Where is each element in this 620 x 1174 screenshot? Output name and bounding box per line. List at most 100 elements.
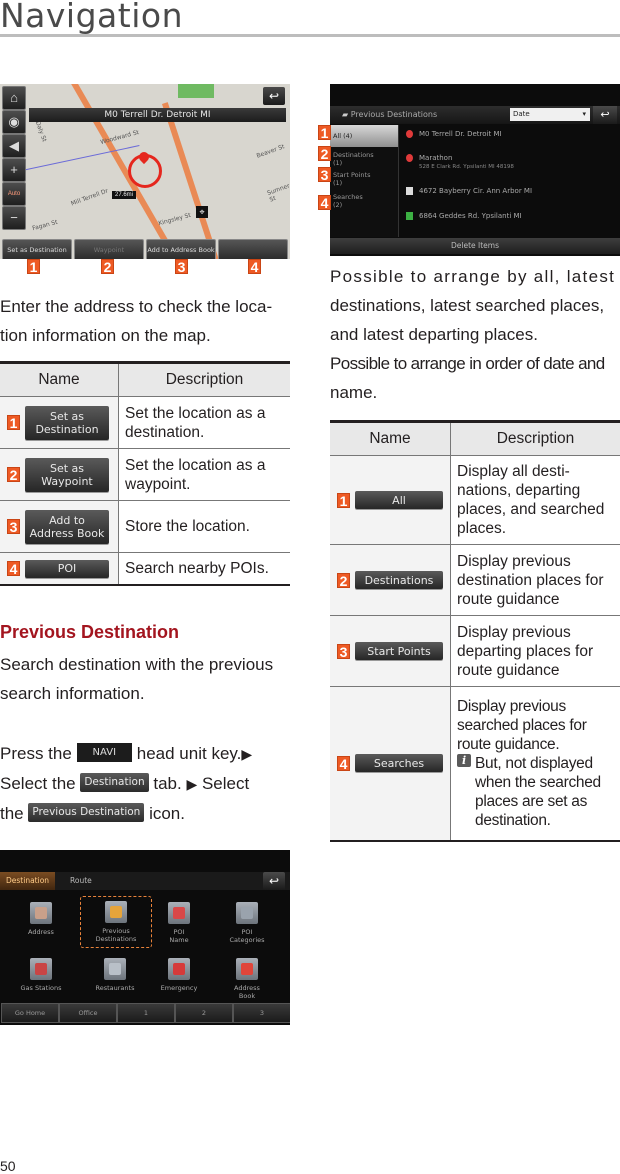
destination-entry[interactable]: Marathon 528 E Clark Rd. Ypsilanti MI 48… xyxy=(406,154,514,172)
step-text: Press the xyxy=(0,744,72,763)
favorite-3-button[interactable]: 3 xyxy=(233,1003,290,1023)
description-line: search information. xyxy=(0,684,145,703)
description-cell: Display previous departing places for ro… xyxy=(450,615,620,687)
category-searches[interactable]: Searches (2) xyxy=(330,193,398,209)
description-line: Search destination with the previous xyxy=(0,655,274,674)
description-line: name. xyxy=(330,383,378,402)
entry-address: M0 Terrell Dr. Detroit MI xyxy=(419,130,502,138)
button-label: Waypoint xyxy=(41,474,93,488)
menu-item-emergency[interactable]: Emergency xyxy=(144,958,214,992)
set-as-destination-button[interactable]: Set as Destination xyxy=(2,239,72,259)
sort-select[interactable]: Date ▾ xyxy=(510,108,590,121)
street-label: Daly St xyxy=(33,120,48,143)
compass-button[interactable]: ◉ xyxy=(2,110,26,134)
table-row: 3 Start Points Display previous departin… xyxy=(330,615,620,687)
menu-item-address[interactable]: Address xyxy=(6,902,76,936)
menu-item-restaurants[interactable]: Restaurants xyxy=(80,958,150,992)
delete-items-button[interactable]: Delete Items xyxy=(330,238,620,254)
table-row: 3 Add to Address Book Store the location… xyxy=(0,500,290,553)
searches-button: Searches xyxy=(355,754,443,773)
menu-item-gas-stations[interactable]: Gas Stations xyxy=(6,958,76,992)
note-line: when the searched xyxy=(475,773,601,791)
zoom-in-button[interactable]: + xyxy=(2,158,26,182)
destination-entry[interactable]: M0 Terrell Dr. Detroit MI xyxy=(406,130,502,139)
go-home-button[interactable]: Go Home xyxy=(1,1003,59,1023)
favorite-1-button[interactable]: 1 xyxy=(117,1003,175,1023)
favorite-2-button[interactable]: 2 xyxy=(175,1003,233,1023)
category-start-points[interactable]: Start Points (1) xyxy=(330,171,398,187)
red-pin-icon xyxy=(406,130,413,138)
poi-button[interactable] xyxy=(218,239,288,259)
cursor-icon: ⌖ xyxy=(196,206,208,218)
description-line: destination places for xyxy=(457,571,604,589)
speaker-icon: ◀ xyxy=(9,138,19,153)
home-button[interactable]: ⌂ xyxy=(2,86,26,110)
description-line: searched places for xyxy=(457,716,587,734)
button-label: Set as xyxy=(49,461,85,475)
description-cell: Display previous destination places for … xyxy=(450,544,620,616)
menu-item-address-book[interactable]: Address Book xyxy=(212,958,282,1000)
street-label: Beaver St xyxy=(255,143,286,160)
callout-3: 3 xyxy=(318,167,331,183)
back-button[interactable]: ↩ xyxy=(263,87,285,105)
description-cell: Search nearby POIs. xyxy=(118,552,290,586)
description-line: Display previous xyxy=(457,697,566,715)
menu-item-label: Emergency xyxy=(160,984,198,992)
tab-route[interactable]: Route xyxy=(64,872,98,890)
menu-item-poi-name[interactable]: POI Name xyxy=(144,902,214,944)
screen-title: Previous Destinations xyxy=(350,110,438,119)
add-to-address-book-button[interactable]: Add to Address Book xyxy=(146,239,216,259)
park-area xyxy=(178,84,214,98)
menu-item-previous-destinations[interactable]: Previous Destinations xyxy=(80,896,152,948)
destinations-button: Destinations xyxy=(355,571,443,589)
office-button[interactable]: Office xyxy=(59,1003,117,1023)
description-cell: Display all desti- nations, departing pl… xyxy=(450,455,620,545)
menu-item-poi-categories[interactable]: POI Categories xyxy=(212,902,282,944)
callout-2: 2 xyxy=(101,259,114,275)
restaurant-icon xyxy=(104,958,126,980)
back-button[interactable]: ↩ xyxy=(263,872,285,890)
number-badge: 4 xyxy=(7,561,20,577)
info-icon: i xyxy=(457,753,471,767)
destination-entry[interactable]: 4672 Bayberry Cir. Ann Arbor MI xyxy=(406,187,532,196)
number-badge: 3 xyxy=(337,643,350,659)
intro-line: Enter the address to check the loca- xyxy=(0,297,273,316)
description-line: Set the location as a xyxy=(125,456,266,474)
button-label: Add to xyxy=(49,513,85,527)
red-pin-icon xyxy=(406,154,413,162)
category-destinations[interactable]: Destinations (1) xyxy=(330,151,398,167)
back-icon: ↩ xyxy=(268,89,280,103)
map-road xyxy=(162,102,242,259)
tab-destination[interactable]: Destination xyxy=(0,872,56,890)
description-line: Display previous xyxy=(457,623,571,641)
description-cell: Set the location as a waypoint. xyxy=(118,448,290,501)
folder-icon xyxy=(105,901,127,923)
note-line: destination. xyxy=(475,811,551,829)
back-button[interactable]: ↩ xyxy=(593,106,617,124)
zoom-out-button[interactable]: − xyxy=(2,206,26,230)
entry-address: 528 E Clark Rd. Ypsilanti MI 48198 xyxy=(419,164,514,170)
category-all[interactable]: All (4) xyxy=(330,125,398,147)
description-line: and latest departing places. xyxy=(330,325,538,344)
volume-button[interactable]: ◀ xyxy=(2,134,26,158)
menu-item-label: POI xyxy=(241,928,253,936)
description-line: Set the location as a xyxy=(125,404,266,422)
poi-button: POI xyxy=(25,559,109,578)
minus-icon: − xyxy=(10,210,18,225)
menu-item-label: Address xyxy=(28,928,54,936)
waypoint-button[interactable]: Waypoint xyxy=(74,239,144,259)
table-row: 2 Set as Waypoint Set the location as a … xyxy=(0,448,290,501)
description-line: departing places for xyxy=(457,642,594,660)
description-cell: Display previous searched places for rou… xyxy=(450,686,620,842)
destination-entry[interactable]: 6864 Geddes Rd. Ypsilanti MI xyxy=(406,212,522,221)
menu-item-label: Address xyxy=(234,984,260,992)
menu-item-label: Restaurants xyxy=(95,984,135,992)
add-to-address-book-button: Add to Address Book xyxy=(25,509,109,544)
home-icon: ⌂ xyxy=(10,90,18,105)
intro-text: Enter the address to check the loca- tio… xyxy=(0,292,292,350)
description-line: Display all desti- xyxy=(457,463,570,480)
menu-item-label: Gas Stations xyxy=(20,984,62,992)
auto-zoom-button[interactable]: Auto xyxy=(2,182,26,206)
category-label: Start Points xyxy=(333,171,371,179)
instruction-steps: Press the NAVI head unit key.▶ Select th… xyxy=(0,739,300,828)
